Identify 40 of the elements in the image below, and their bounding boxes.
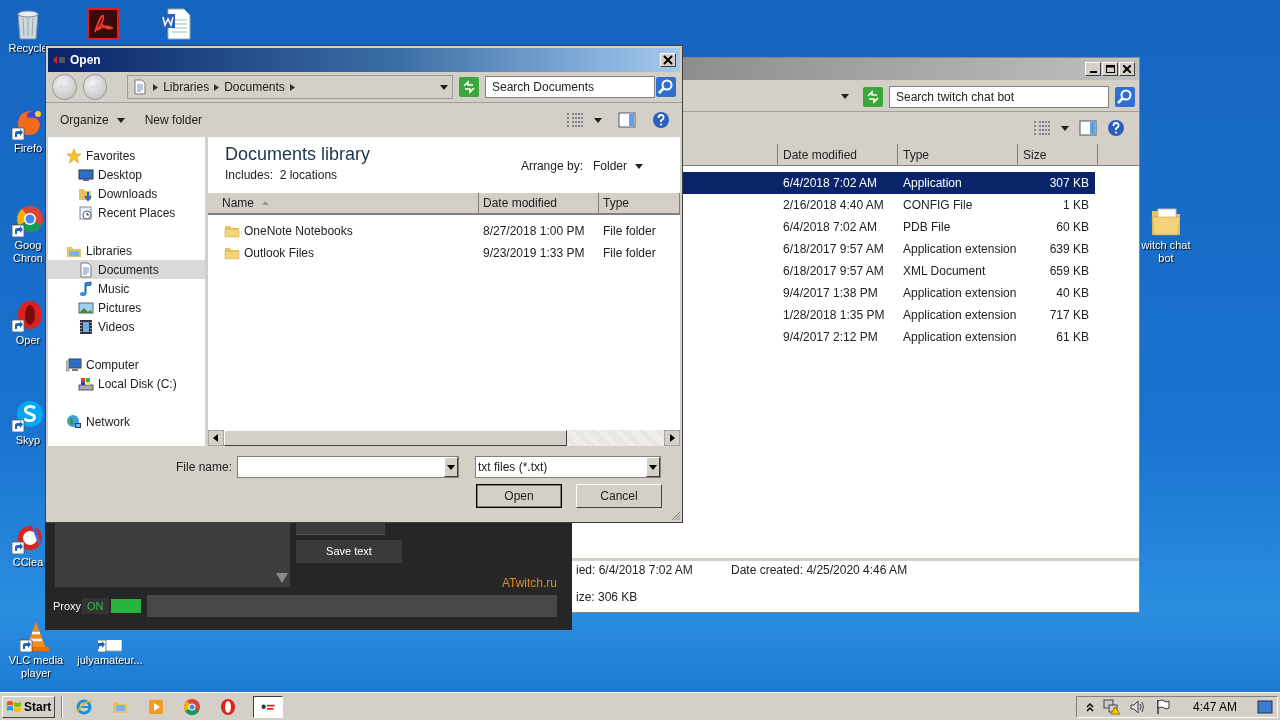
detail-text: ize: 306 KB [576, 589, 639, 606]
type-cell-text: CONFIG File [903, 197, 974, 214]
library-subtitle: Includes: 2 locations [225, 167, 339, 184]
date-cell-text: 8/27/2018 1:00 PM [482, 223, 586, 240]
detail-text: ied: 6/4/2018 7:02 AM [576, 562, 694, 579]
window-title: Open [70, 52, 102, 69]
toggle-state: ON [82, 598, 109, 614]
size-cell-text: 307 KB [1048, 175, 1089, 192]
type-cell-text: File folder [602, 223, 656, 240]
field-label: File name: [176, 459, 234, 476]
type-cell-text: Application extension [903, 329, 1018, 346]
size-cell-text: 717 KB [1048, 307, 1089, 324]
type-cell-text: Application [903, 175, 963, 192]
date-cell-text: 6/18/2017 9:57 AM [783, 241, 885, 258]
date-cell-text: 2/16/2018 4:40 AM [783, 197, 885, 214]
date-cell-text: 6/4/2018 7:02 AM [783, 175, 879, 192]
library-title: Documents library [225, 143, 372, 165]
date-cell-text: 9/4/2017 1:38 PM [783, 285, 879, 302]
date-cell-text: 9/4/2017 2:12 PM [783, 329, 879, 346]
size-cell-text: 659 KB [1048, 263, 1089, 280]
type-cell-text: PDB File [903, 219, 952, 236]
type-cell-text: XML Document [903, 263, 987, 280]
size-cell-text: 60 KB [1055, 219, 1089, 236]
size-cell-text: 639 KB [1048, 241, 1089, 258]
type-cell-text: Application extension [903, 307, 1018, 324]
size-cell-text: 61 KB [1055, 329, 1089, 346]
file-name: Outlook Files [244, 245, 315, 262]
date-cell-text: 9/23/2019 1:33 PM [482, 245, 586, 262]
date-cell-text: 1/28/2018 1:35 PM [783, 307, 886, 324]
size-cell-text: 40 KB [1055, 285, 1089, 302]
proxy-label: Proxy [53, 598, 82, 614]
detail-text: Date created: 4/25/2020 4:46 AM [731, 562, 909, 579]
date-cell-text: 6/4/2018 7:02 AM [783, 219, 879, 236]
date-cell-text: 6/18/2017 9:57 AM [783, 263, 885, 280]
file-name: OneNote Notebooks [244, 223, 353, 240]
size-cell-text: 1 KB [1062, 197, 1089, 214]
type-cell-text: File folder [602, 245, 656, 262]
type-cell-text: Application extension [903, 285, 1018, 302]
type-cell-text: Application extension [903, 241, 1018, 258]
arrange-label: Arrange by: [520, 158, 583, 175]
